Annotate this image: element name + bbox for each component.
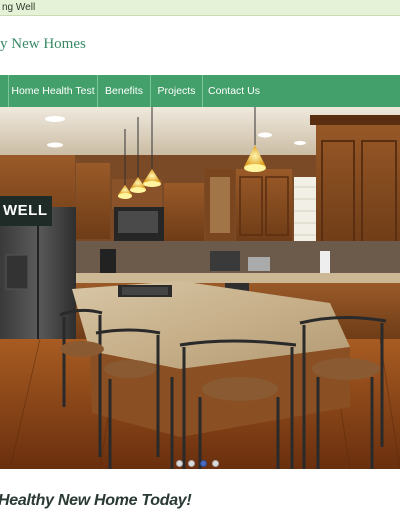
- nav-item-contact-us[interactable]: Contact Us: [203, 75, 265, 107]
- nav-item-home-health-test[interactable]: Home Health Test: [9, 75, 97, 107]
- top-strip: ng Well: [0, 0, 400, 16]
- nav-item-projects[interactable]: Projects: [151, 75, 202, 107]
- site-brand[interactable]: y New Homes: [0, 36, 86, 53]
- slide-dot[interactable]: [188, 460, 195, 467]
- page-tagline: Healthy New Home Today!: [0, 492, 192, 509]
- slide-dot[interactable]: [176, 460, 183, 467]
- slide-dot-active[interactable]: [200, 460, 207, 467]
- main-nav: Home Health Test Benefits Projects Conta…: [0, 75, 400, 107]
- hero-badge: WELL: [0, 196, 52, 226]
- slide-dot[interactable]: [212, 460, 219, 467]
- top-strip-text: ng Well: [2, 2, 36, 13]
- hero-slider[interactable]: [0, 107, 400, 469]
- nav-item-benefits[interactable]: Benefits: [98, 75, 150, 107]
- kitchen-image: [0, 107, 400, 469]
